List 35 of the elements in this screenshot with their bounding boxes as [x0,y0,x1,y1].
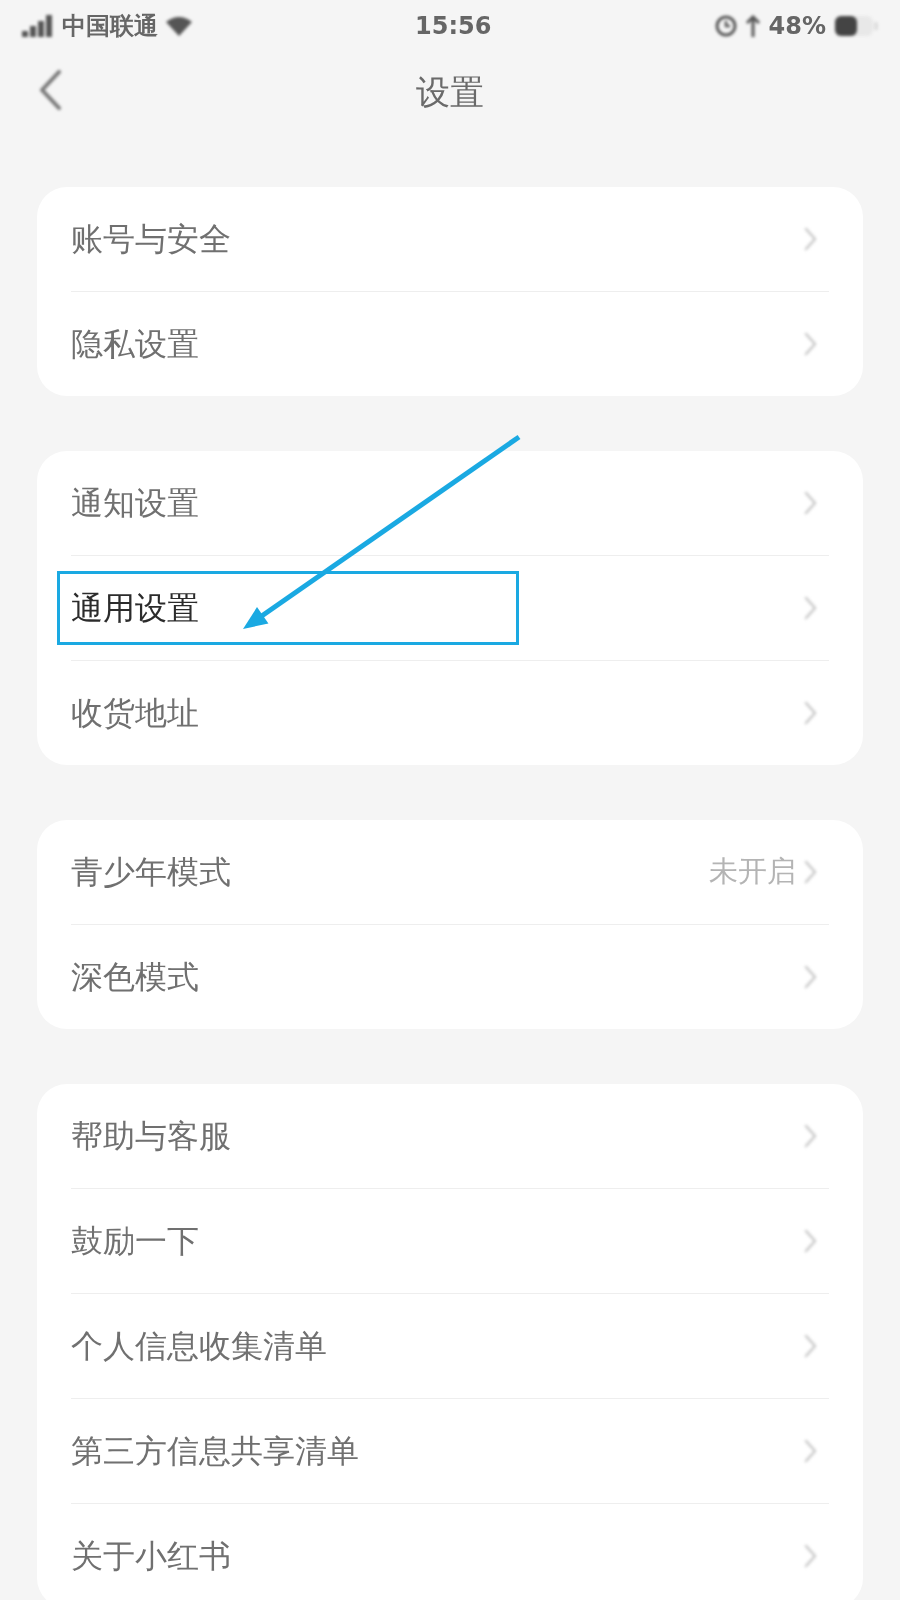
setting-label[interactable]: 个人信息收集清单 [71,1322,327,1370]
setting-label[interactable]: 关于小红书 [71,1532,231,1580]
page-title: 设置 [416,70,484,114]
back-chevron-icon [38,70,62,110]
setting-label[interactable]: 深色模式 [71,953,199,1001]
battery-percent: 48% [768,11,826,42]
carrier-name: 中国联通 [62,11,158,42]
battery-icon [834,15,878,37]
chevron-right-icon [804,227,817,251]
setting-label[interactable]: 通知设置 [71,479,199,527]
setting-label[interactable]: 隐私设置 [71,320,199,368]
clock-icon [714,15,737,37]
setting-label[interactable]: 账号与安全 [71,215,231,263]
setting-label[interactable]: 通用设置 [71,584,199,632]
chevron-right-icon [804,860,817,884]
setting-label[interactable]: 帮助与客服 [71,1112,231,1160]
setting-label[interactable]: 鼓励一下 [71,1217,199,1265]
status-time: 15:56 [415,11,492,42]
signal-icon [22,15,54,37]
setting-value: 未开启 [709,853,796,891]
chevron-right-icon [804,965,817,989]
chevron-right-icon [804,1334,817,1358]
chevron-right-icon [804,1544,817,1568]
chevron-right-icon [804,701,817,725]
chevron-right-icon [804,596,817,620]
wifi-icon [166,16,192,36]
chevron-right-icon [804,1229,817,1253]
setting-label[interactable]: 收货地址 [71,689,199,737]
setting-label[interactable]: 青少年模式 [71,848,231,896]
setting-label[interactable]: 第三方信息共享清单 [71,1427,359,1475]
chevron-right-icon [804,1439,817,1463]
chevron-right-icon [804,491,817,515]
arrow-up-icon [744,15,761,37]
chevron-right-icon [804,1124,817,1148]
chevron-right-icon [804,332,817,356]
